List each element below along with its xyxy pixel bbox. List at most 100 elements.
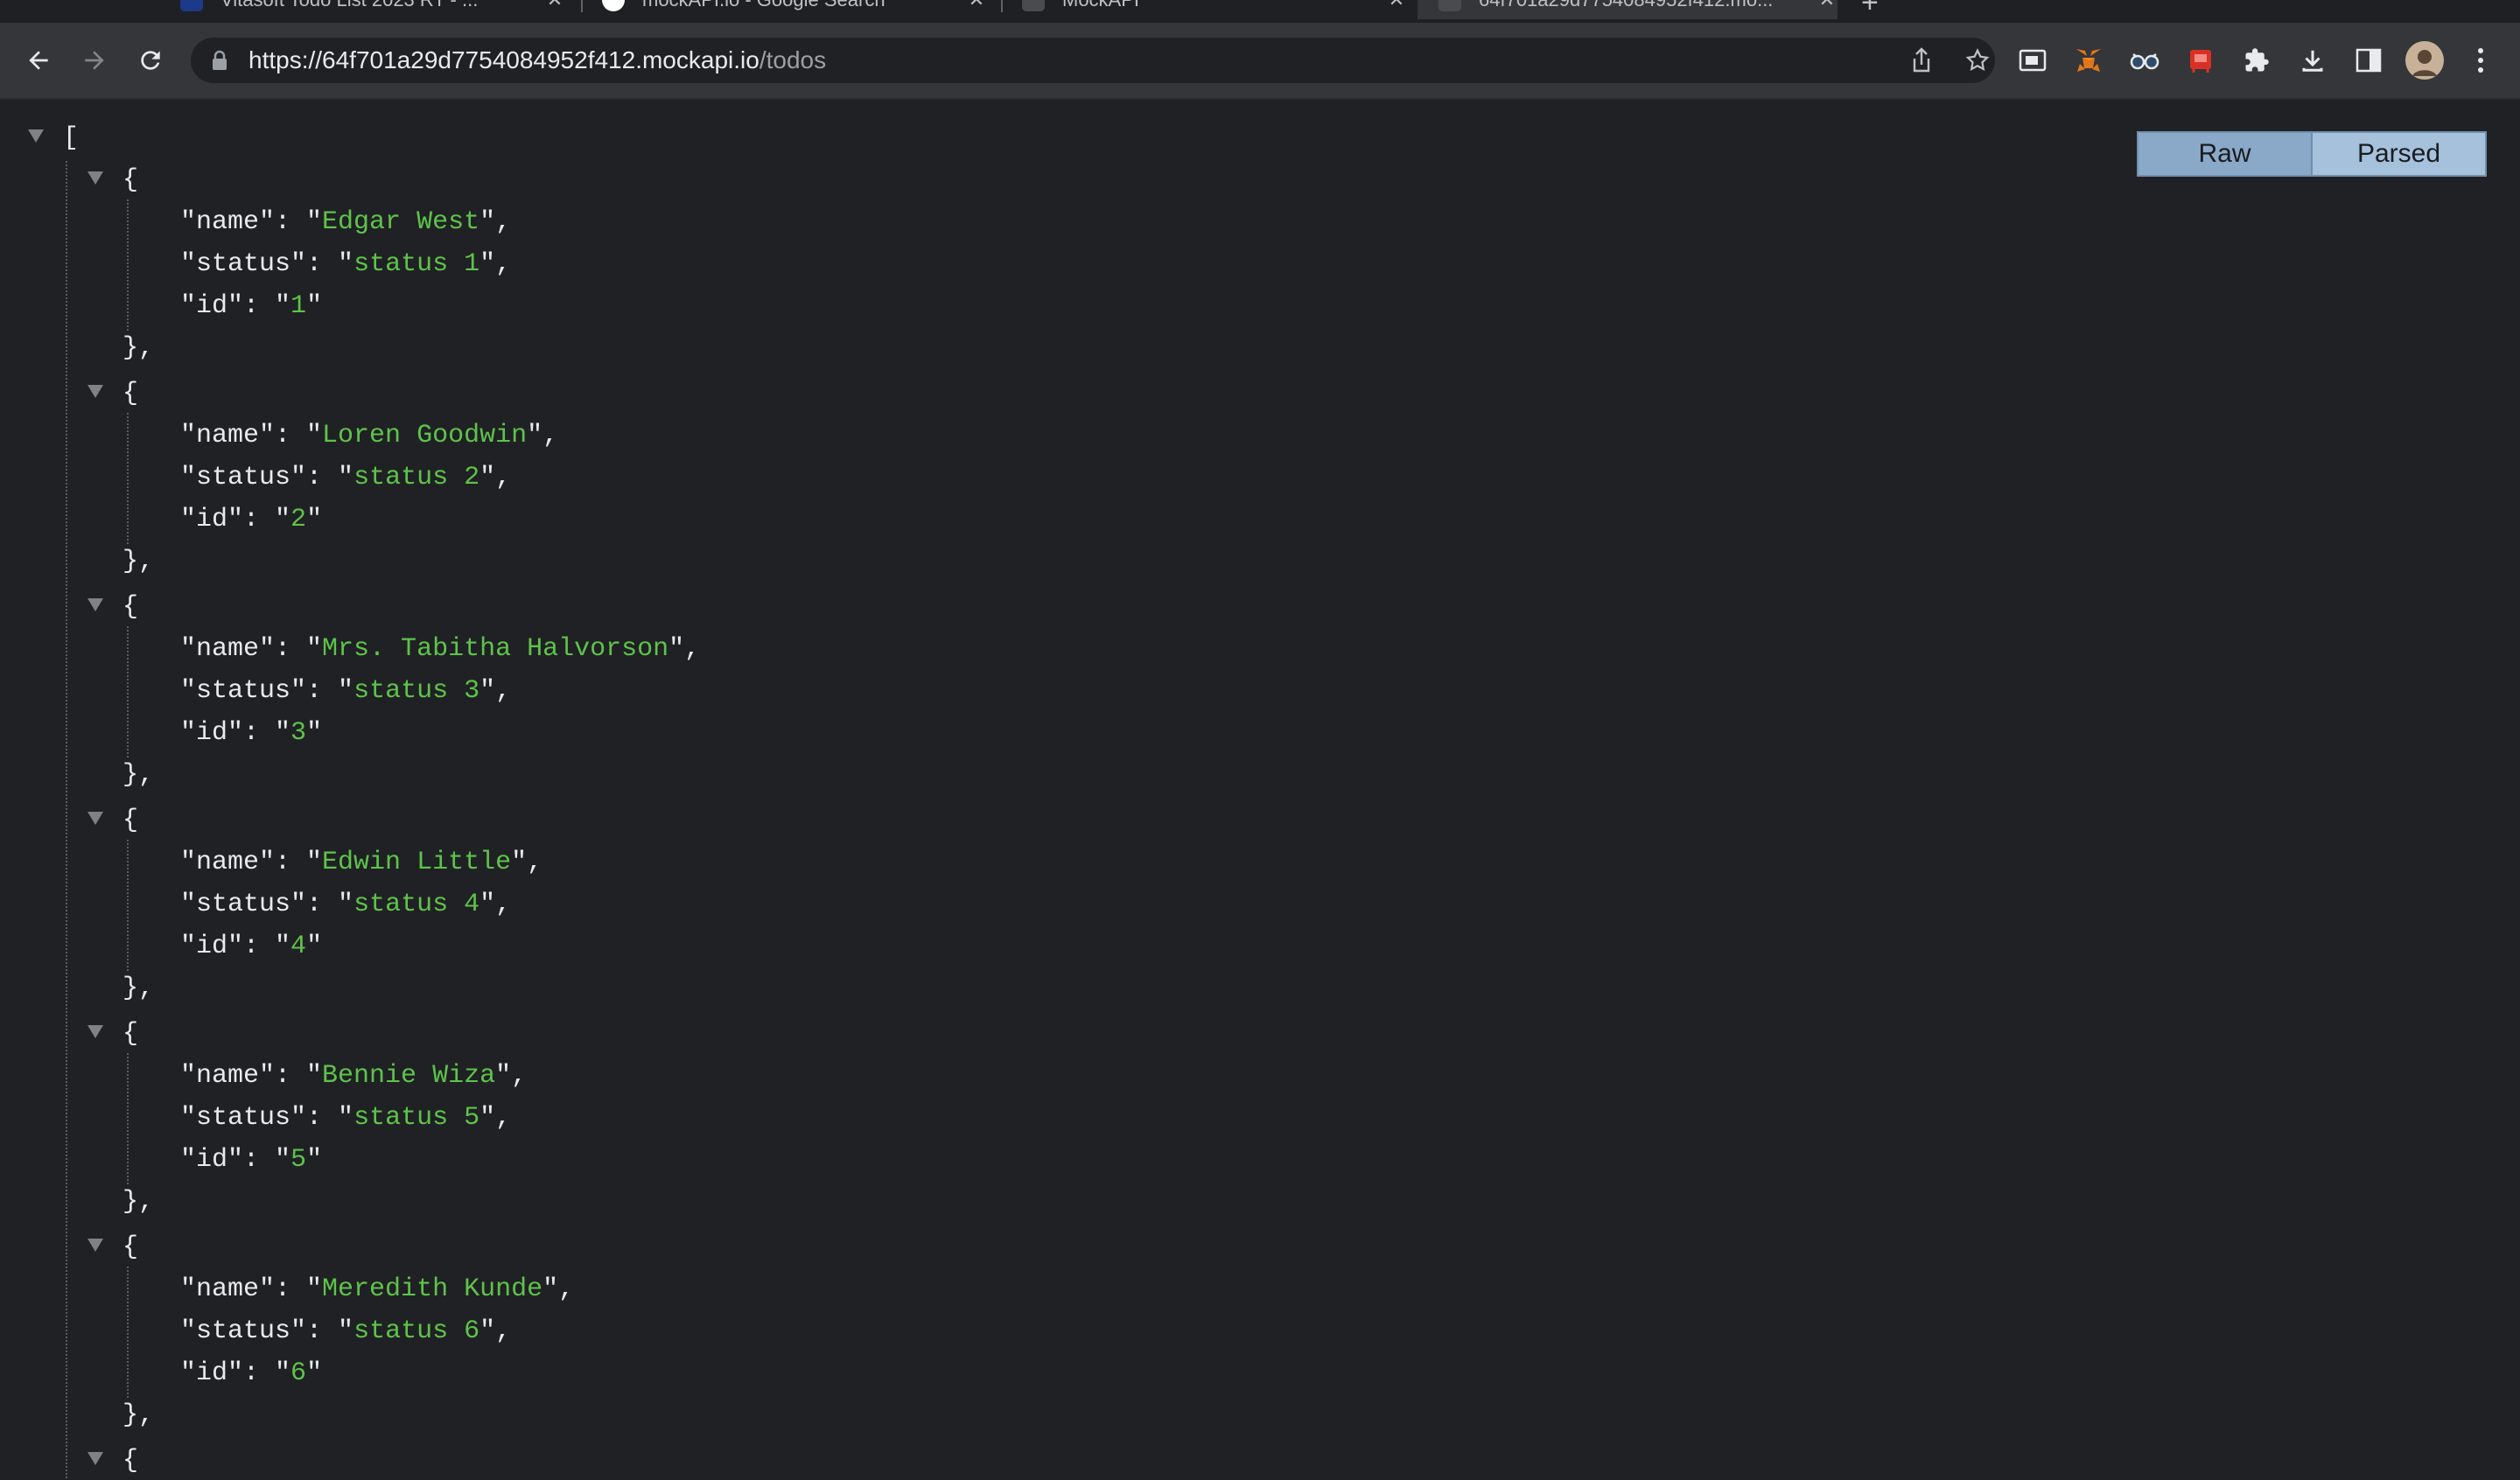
download-icon[interactable] [2291, 38, 2334, 82]
tab-strip: Vitasoft Todo List 2023 RT - ... ✕ mockA… [0, 0, 2520, 23]
collapse-arrow-icon[interactable] [88, 171, 103, 185]
vitasoft-favicon-icon [180, 0, 203, 11]
tab-todos-active[interactable]: 64f701a29d7754084952f412.mo... ✕ [1418, 0, 1838, 19]
tab-todo-list[interactable]: Vitasoft Todo List 2023 RT - ... ✕ [180, 0, 565, 19]
close-icon[interactable]: ✕ [1816, 0, 1838, 11]
media-router-icon[interactable] [2011, 38, 2054, 82]
tab-title: mockAPI.io - Google Search [642, 0, 954, 11]
json-key: name [196, 1061, 260, 1091]
view-toggle: Raw Parsed [2137, 131, 2487, 177]
id-field: "id": "4" [180, 932, 323, 961]
name-field: "name": "Edgar West", [180, 207, 512, 237]
back-arrow-icon [29, 51, 48, 70]
json-key: name [196, 634, 260, 664]
object-open-brace: { [122, 165, 139, 195]
name-field: "name": "Bennie Wiza", [180, 1061, 528, 1091]
address-bar[interactable]: https://64f701a29d7754084952f412.mockapi… [191, 38, 1995, 83]
close-icon[interactable]: ✕ [966, 0, 987, 11]
tab-title: MockAPI [1062, 0, 1374, 11]
tab-title: Vitasoft Todo List 2023 RT - ... [220, 0, 532, 11]
json-string-value: status 4 [354, 890, 480, 919]
share-icon[interactable] [1908, 46, 1936, 74]
collapse-arrow-icon[interactable] [88, 1452, 103, 1465]
status-field: "status": "status 5", [180, 1103, 512, 1133]
name-field: "name": "Edwin Little", [180, 848, 543, 877]
object-guide-line [127, 1053, 129, 1184]
json-key: status [196, 676, 291, 706]
json-key: name [196, 1274, 260, 1304]
object-open-brace: { [122, 592, 139, 622]
id-field: "id": "1" [180, 291, 323, 321]
json-string-value: status 5 [354, 1103, 480, 1133]
json-key: id [196, 1145, 228, 1175]
browser-toolbar: https://64f701a29d7754084952f412.mockapi… [0, 23, 2520, 100]
json-string-value: Bennie Wiza [322, 1061, 496, 1091]
object-close-brace: }, [122, 974, 155, 1003]
status-field: "status": "status 2", [180, 463, 512, 492]
google-favicon-icon [602, 0, 625, 11]
close-icon[interactable]: ✕ [544, 0, 565, 11]
forward-arrow-icon [85, 51, 104, 70]
json-key: status [196, 1316, 291, 1346]
json-string-value: status 2 [354, 463, 480, 492]
more-menu-icon[interactable] [2459, 38, 2502, 82]
json-key: id [196, 505, 228, 534]
forward-button[interactable] [72, 38, 117, 83]
json-string-value: status 6 [354, 1316, 480, 1346]
id-field: "id": "3" [180, 718, 323, 748]
back-button[interactable] [16, 38, 61, 83]
json-string-value: Edgar West [322, 207, 480, 237]
object-guide-line [127, 413, 129, 544]
collapse-arrow-icon[interactable] [88, 385, 103, 398]
object-open-brace: { [122, 806, 139, 835]
tab-google-search[interactable]: mockAPI.io - Google Search ✕ [602, 0, 987, 19]
json-key: name [196, 207, 260, 237]
json-string-value: Edwin Little [322, 848, 512, 877]
collapse-arrow-icon[interactable] [88, 1025, 103, 1038]
id-field: "id": "6" [180, 1358, 323, 1388]
new-tab-icon[interactable]: + [1861, 0, 1879, 20]
red-extension-icon[interactable] [2179, 38, 2222, 82]
object-open-brace: { [122, 1446, 139, 1476]
object-close-brace: }, [122, 760, 155, 790]
array-open-bracket: [ [63, 123, 80, 153]
json-viewer: Raw Parsed [ { "name": "Edgar West", "st… [0, 100, 2520, 1480]
json-key: id [196, 1358, 228, 1388]
collapse-arrow-icon[interactable] [28, 129, 44, 143]
parsed-button[interactable]: Parsed [2311, 133, 2485, 175]
collapse-arrow-icon[interactable] [88, 598, 103, 611]
lock-icon[interactable] [210, 50, 229, 71]
glasses-extension-icon[interactable] [2123, 38, 2166, 82]
metamask-fox-icon[interactable] [2067, 38, 2110, 82]
array-guide-line [66, 161, 67, 1480]
json-string-value: 5 [290, 1145, 307, 1175]
collapse-arrow-icon[interactable] [88, 812, 103, 825]
close-icon[interactable]: ✕ [1386, 0, 1407, 11]
url-host: https://64f701a29d7754084952f412.mockapi… [248, 46, 760, 73]
object-close-brace: }, [122, 333, 155, 363]
collapse-arrow-icon[interactable] [88, 1239, 103, 1252]
json-string-value: status 1 [354, 249, 480, 279]
reload-button[interactable] [128, 38, 173, 83]
json-key: id [196, 718, 228, 748]
raw-button[interactable]: Raw [2138, 133, 2311, 175]
profile-avatar[interactable] [2403, 38, 2446, 82]
status-field: "status": "status 1", [180, 249, 512, 279]
json-string-value: status 3 [354, 676, 480, 706]
extensions-puzzle-icon[interactable] [2235, 38, 2278, 82]
object-guide-line [127, 1267, 129, 1398]
object-open-brace: { [122, 1019, 139, 1049]
json-key: name [196, 848, 260, 877]
name-field: "name": "Mrs. Tabitha Halvorson", [180, 634, 701, 664]
bookmark-star-icon[interactable] [1964, 46, 1992, 74]
side-panel-icon[interactable] [2347, 38, 2390, 82]
json-string-value: Meredith Kunde [322, 1274, 543, 1304]
url-text[interactable]: https://64f701a29d7754084952f412.mockapi… [248, 38, 826, 83]
json-string-value: Loren Goodwin [322, 421, 528, 450]
tab-title: 64f701a29d7754084952f412.mo... [1479, 0, 1804, 11]
json-key: status [196, 1103, 291, 1133]
object-open-brace: { [122, 1232, 139, 1262]
tab-mockapi[interactable]: MockAPI ✕ [1022, 0, 1407, 19]
id-field: "id": "5" [180, 1145, 323, 1175]
tab-separator [1001, 0, 1003, 12]
